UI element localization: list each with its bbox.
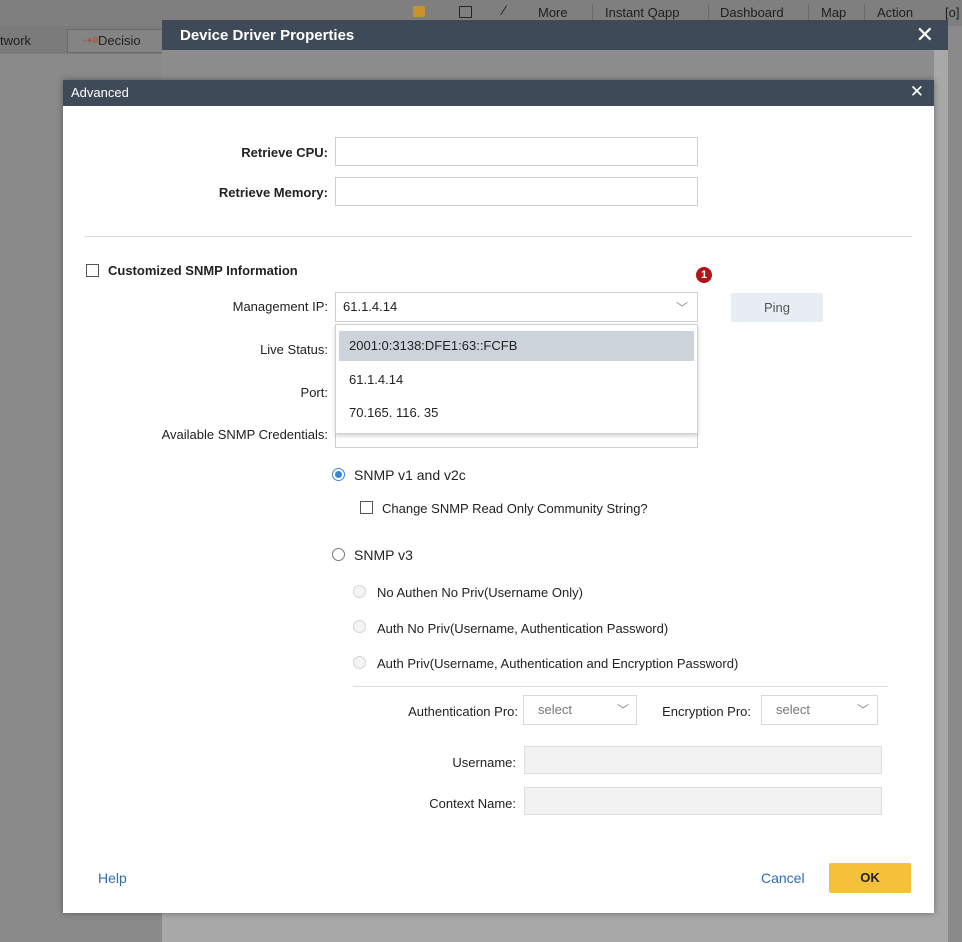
dropdown-option[interactable]: 61.1.4.14 bbox=[339, 365, 694, 395]
username-label: Username: bbox=[452, 755, 516, 770]
context-name-input[interactable] bbox=[524, 787, 882, 815]
step-badge: 1 bbox=[696, 267, 712, 283]
username-input[interactable] bbox=[524, 746, 882, 774]
toolbar-action[interactable]: Action bbox=[877, 5, 913, 20]
section-divider bbox=[84, 236, 912, 237]
management-ip-label: Management IP: bbox=[232, 299, 328, 314]
no-auth-label: No Authen No Priv(Username Only) bbox=[377, 585, 583, 600]
customized-snmp-label: Customized SNMP Information bbox=[108, 263, 298, 278]
management-ip-select[interactable]: 61.1.4.14 bbox=[335, 292, 698, 322]
v3-divider bbox=[353, 686, 888, 687]
no-auth-radio[interactable] bbox=[353, 585, 366, 598]
flag-icon[interactable] bbox=[413, 6, 425, 17]
chevron-down-icon: ﹀ bbox=[857, 703, 870, 717]
auth-no-priv-radio[interactable] bbox=[353, 620, 366, 633]
dialog-header: Device Driver Properties ✕ bbox=[162, 20, 948, 50]
context-name-label: Context Name: bbox=[429, 796, 516, 811]
auth-priv-label: Auth Priv(Username, Authentication and E… bbox=[377, 656, 739, 671]
dropdown-option[interactable]: 70.165. 116. 35 bbox=[339, 398, 694, 428]
auth-no-priv-label: Auth No Priv(Username, Authentication Pa… bbox=[377, 621, 669, 636]
ok-button[interactable]: OK bbox=[829, 863, 911, 893]
customized-snmp-checkbox[interactable] bbox=[86, 264, 99, 277]
window-icon[interactable] bbox=[459, 6, 472, 18]
chevron-down-icon[interactable]: ﹀ bbox=[676, 299, 688, 316]
modal-title: Advanced bbox=[71, 85, 129, 100]
live-status-label: Live Status: bbox=[260, 342, 328, 357]
snmp-v3-radio[interactable] bbox=[332, 548, 345, 561]
change-community-label: Change SNMP Read Only Community String? bbox=[382, 501, 648, 516]
available-credentials-label: Available SNMP Credentials: bbox=[161, 427, 328, 442]
toolbar-instant-qapp[interactable]: Instant Qapp bbox=[605, 5, 679, 20]
change-community-checkbox[interactable] bbox=[360, 501, 373, 514]
enc-pro-select[interactable]: select ﹀ bbox=[761, 695, 878, 725]
tab-decision[interactable]: ⇢≡ Decisio bbox=[67, 29, 163, 53]
chevron-down-icon: ﹀ bbox=[617, 703, 630, 717]
management-ip-dropdown: 2001:0:3138:DFE1:63::FCFB 61.1.4.14 70.1… bbox=[335, 324, 698, 434]
auth-pro-select[interactable]: select ﹀ bbox=[523, 695, 637, 725]
toolbar-more[interactable]: More bbox=[538, 5, 568, 20]
advanced-modal: Advanced ✕ Retrieve CPU: Retrieve Memory… bbox=[63, 80, 934, 913]
snmp-v1v2-radio[interactable] bbox=[332, 468, 345, 481]
retrieve-memory-label: Retrieve Memory: bbox=[218, 185, 328, 200]
retrieve-cpu-input[interactable] bbox=[335, 137, 698, 166]
retrieve-memory-input[interactable] bbox=[335, 177, 698, 206]
help-link[interactable]: Help bbox=[98, 870, 127, 886]
auth-pro-label: Authentication Pro: bbox=[408, 704, 518, 719]
ping-button[interactable]: Ping bbox=[731, 293, 823, 322]
modal-header: Advanced ✕ bbox=[63, 80, 934, 106]
toolbar-map[interactable]: Map bbox=[821, 5, 846, 20]
cancel-button[interactable]: Cancel bbox=[761, 870, 805, 886]
snmp-v3-label: SNMP v3 bbox=[354, 547, 413, 563]
close-icon[interactable]: ✕ bbox=[910, 82, 924, 102]
pen-icon[interactable]: ⁄ bbox=[503, 2, 505, 18]
auth-priv-radio[interactable] bbox=[353, 656, 366, 669]
enc-pro-label: Encryption Pro: bbox=[662, 704, 751, 719]
dialog-title: Device Driver Properties bbox=[180, 27, 355, 44]
background-tab-strip: twork ⇢≡ Decisio bbox=[0, 26, 163, 54]
retrieve-cpu-label: Retrieve CPU: bbox=[241, 145, 328, 160]
port-label: Port: bbox=[300, 385, 328, 400]
toolbar-dashboard[interactable]: Dashboard bbox=[720, 5, 784, 20]
dropdown-option[interactable]: 2001:0:3138:DFE1:63::FCFB bbox=[339, 331, 694, 361]
snmp-v1v2-label: SNMP v1 and v2c bbox=[354, 467, 466, 483]
overflow-icon[interactable]: [o] bbox=[945, 5, 959, 20]
close-icon[interactable]: ✕ bbox=[916, 22, 934, 48]
tab-network[interactable]: twork bbox=[0, 33, 31, 48]
decision-icon: ⇢≡ bbox=[82, 33, 100, 47]
